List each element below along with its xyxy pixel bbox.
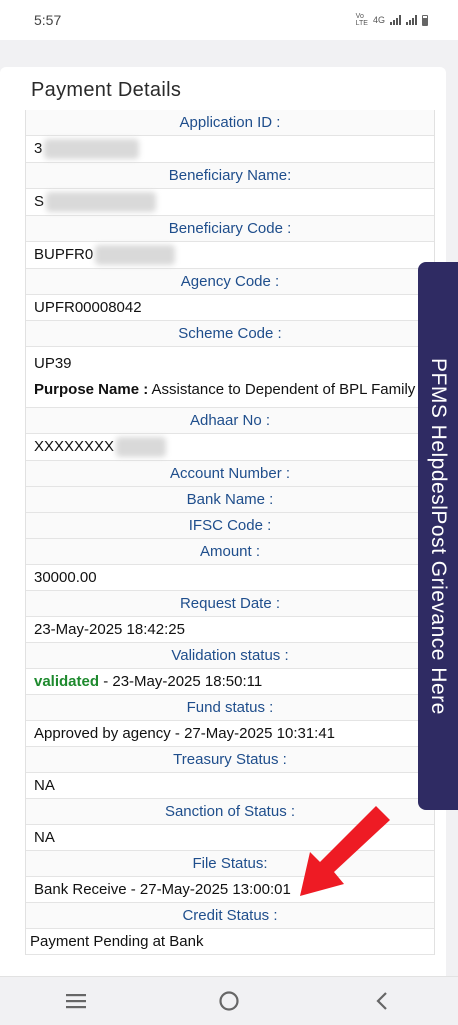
- account-number-label: Account Number :: [26, 461, 434, 488]
- redacted-blur: [95, 245, 176, 266]
- beneficiary-name-label: Beneficiary Name:: [26, 163, 434, 190]
- home-button[interactable]: [209, 981, 249, 1021]
- ifsc-label: IFSC Code :: [26, 513, 434, 540]
- treasury-status-label: Treasury Status :: [26, 747, 434, 774]
- status-time: 5:57: [34, 12, 62, 28]
- credit-status-label: Credit Status :: [26, 903, 434, 930]
- application-id-label: Application ID :: [26, 110, 434, 136]
- redacted-blur: [116, 437, 167, 458]
- agency-code-label: Agency Code :: [26, 269, 434, 296]
- scheme-code-label: Scheme Code :: [26, 321, 434, 348]
- validated-badge: validated: [34, 673, 100, 691]
- purpose-name: Purpose Name : Assistance to Dependent o…: [34, 377, 426, 403]
- agency-code-value: UPFR00008042: [26, 295, 434, 322]
- status-icons: Vo LTE 4G: [356, 13, 428, 27]
- recent-apps-button[interactable]: [56, 981, 96, 1021]
- adhaar-label: Adhaar No :: [26, 408, 434, 435]
- treasury-status-value: NA: [26, 773, 434, 800]
- pfms-helpdesk-tab[interactable]: PFMS HelpdeslPost Grievance Here: [418, 262, 458, 810]
- credit-status-value: Payment Pending at Bank: [26, 929, 434, 956]
- beneficiary-name-value: S: [26, 189, 434, 217]
- scheme-code-block: UP39 Purpose Name : Assistance to Depend…: [26, 347, 434, 409]
- page-title: Payment Details: [31, 79, 182, 101]
- signal-icon-2: [406, 15, 417, 25]
- signal-icon: [390, 15, 401, 25]
- redacted-blur: [44, 139, 140, 160]
- navigation-bar: [0, 976, 458, 1025]
- purpose-name-label: Purpose Name :: [34, 381, 149, 399]
- home-icon: [219, 991, 239, 1011]
- beneficiary-code-value: BUPFR0: [26, 242, 434, 270]
- volte-icon: Vo LTE: [355, 13, 368, 27]
- redacted-blur: [46, 192, 157, 213]
- status-bar: 5:57 Vo LTE 4G: [0, 0, 458, 40]
- amount-value: 30000.00: [26, 565, 434, 592]
- network-type: 4G: [372, 15, 385, 25]
- amount-label: Amount :: [26, 539, 434, 566]
- request-date-value: 23-May-2025 18:42:25: [26, 617, 434, 644]
- fund-status-label: Fund status :: [26, 695, 434, 722]
- scheme-code-value: UP39: [34, 355, 72, 373]
- adhaar-value: XXXXXXXX: [26, 434, 434, 462]
- request-date-label: Request Date :: [26, 591, 434, 618]
- application-id-value: 3: [26, 136, 434, 164]
- fund-status-value: Approved by agency - 27-May-2025 10:31:4…: [26, 721, 434, 748]
- validation-status-value: validated - 23-May-2025 18:50:11: [26, 669, 434, 696]
- back-button[interactable]: [362, 981, 402, 1021]
- battery-icon: [422, 14, 428, 26]
- bank-name-label: Bank Name :: [26, 487, 434, 514]
- red-arrow-icon: [300, 806, 390, 896]
- recent-apps-icon: [66, 994, 87, 1009]
- side-tab-grievance: Post Grievance Here: [427, 509, 450, 715]
- side-tab-text: PFMS HelpdeslPost Grievance Here: [426, 358, 450, 715]
- back-icon: [376, 992, 387, 1010]
- validation-status-label: Validation status :: [26, 643, 434, 670]
- beneficiary-code-label: Beneficiary Code :: [26, 216, 434, 243]
- side-tab-helpdesk: PFMS Helpdesl: [427, 357, 450, 510]
- purpose-name-value: Assistance to Dependent of BPL Family: [148, 381, 416, 399]
